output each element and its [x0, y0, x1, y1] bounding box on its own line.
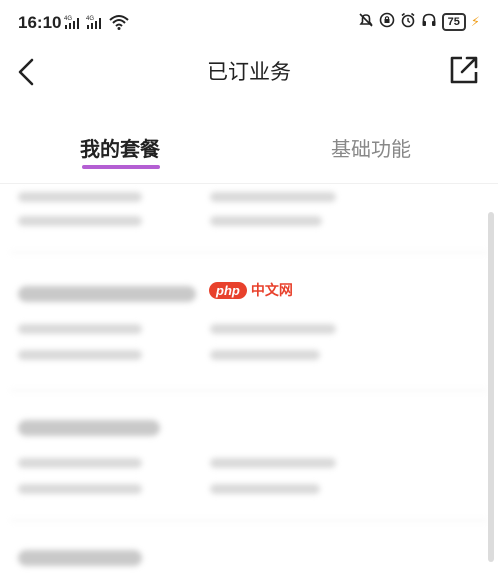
blurred-line	[18, 350, 142, 360]
network-type-2: 4G	[86, 16, 94, 22]
signal-icon: 4G	[64, 14, 84, 34]
charging-icon: ⚡	[470, 14, 480, 30]
blurred-line	[210, 484, 320, 494]
blurred-heading	[18, 550, 142, 566]
page-title: 已订业务	[207, 60, 291, 84]
watermark: php 中文网	[209, 280, 293, 300]
active-tab-indicator	[82, 165, 160, 169]
blurred-line	[18, 192, 142, 202]
status-bar: 16:10 4G 4G 75 ⚡	[0, 0, 498, 44]
blurred-line	[210, 216, 322, 226]
watermark-text: 中文网	[250, 283, 293, 299]
blurred-line	[210, 350, 320, 360]
signal-icon-2: 4G	[86, 14, 106, 34]
headphones-icon	[421, 12, 437, 32]
status-time: 16:10	[18, 13, 62, 32]
tab-my-package[interactable]: 我的套餐	[80, 133, 160, 162]
blurred-line	[210, 324, 336, 334]
tab-bar: 我的套餐 基础功能	[0, 125, 498, 184]
package-list	[0, 184, 498, 577]
blurred-heading	[18, 286, 196, 302]
watermark-logo: php	[209, 281, 247, 299]
lock-rotation-icon	[379, 12, 395, 32]
network-type-1: 4G	[64, 16, 72, 22]
blurred-line	[210, 192, 336, 202]
blurred-line	[210, 458, 336, 468]
blurred-heading	[18, 420, 160, 436]
divider	[10, 520, 488, 521]
wifi-icon	[109, 14, 129, 34]
scrollbar[interactable]	[488, 212, 494, 562]
tab-basic-functions[interactable]: 基础功能	[331, 133, 411, 162]
divider	[10, 390, 488, 391]
battery-icon: 75	[441, 13, 466, 31]
bell-muted-icon	[358, 12, 374, 32]
blurred-line	[18, 458, 142, 468]
blurred-line	[18, 216, 142, 226]
divider	[10, 252, 488, 253]
share-external-icon[interactable]	[448, 54, 480, 86]
blurred-line	[18, 324, 142, 334]
title-bar: 已订业务	[0, 44, 498, 100]
blurred-line	[18, 484, 142, 494]
alarm-icon	[400, 12, 416, 32]
status-icons: 75 ⚡	[358, 12, 480, 32]
